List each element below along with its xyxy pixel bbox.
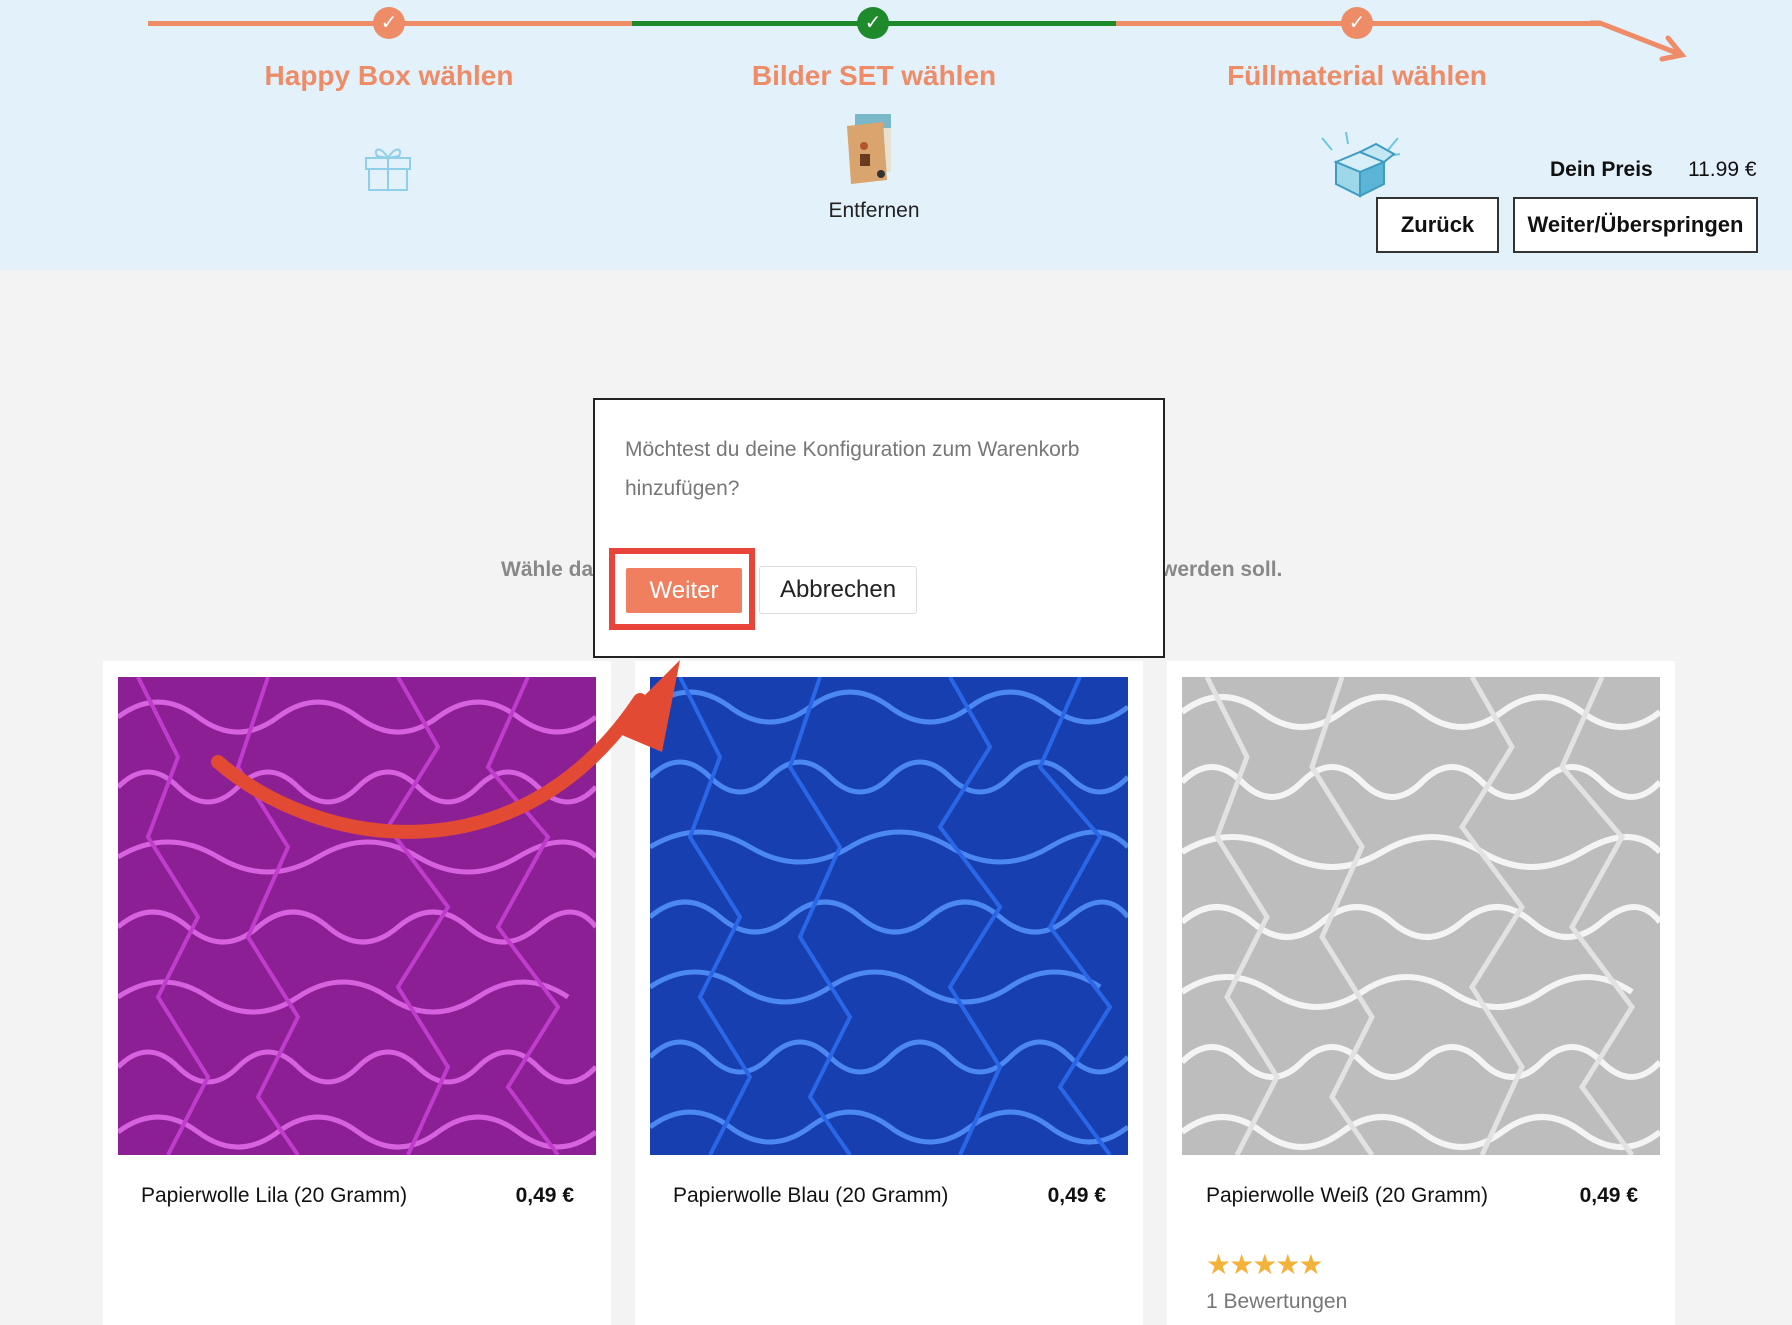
dialog-message: Möchtest du deine Konfiguration zum Ware… [625, 438, 1080, 500]
step-2-label[interactable]: Bilder SET wählen [704, 60, 1044, 92]
product-card-weiss[interactable] [1167, 661, 1675, 1325]
gift-icon [365, 148, 411, 191]
subtitle-right-text: werden soll. [1161, 558, 1283, 581]
step-2-check-icon: ✓ [857, 7, 889, 39]
product-image-blau[interactable] [650, 677, 1128, 1155]
product-name-weiss[interactable]: Papierwolle Weiß (20 Gramm) [1206, 1184, 1488, 1208]
filler-box-icon [1321, 132, 1401, 198]
step-3-label[interactable]: Füllmaterial wählen [1187, 60, 1527, 92]
price-value: 11.99 € [1688, 158, 1757, 181]
step-1-check-icon: ✓ [373, 7, 405, 39]
product-card-blau[interactable] [635, 661, 1143, 1325]
product-image-lila[interactable] [118, 677, 596, 1155]
subtitle-left-text: Wähle da [501, 558, 594, 581]
review-count[interactable]: 1 Bewertungen [1206, 1290, 1347, 1314]
product-image-weiss[interactable] [1182, 677, 1660, 1155]
add-to-cart-dialog: Möchtest du deine Konfiguration zum Ware… [593, 398, 1165, 658]
back-button[interactable]: Zurück [1376, 197, 1499, 253]
product-name-lila[interactable]: Papierwolle Lila (20 Gramm) [141, 1184, 407, 1208]
configurator-header: ✓ ✓ ✓ Happy Box wählen Bilder SET wählen… [0, 0, 1792, 270]
next-skip-button[interactable]: Weiter/Überspringen [1513, 197, 1758, 253]
confirm-weiter-button[interactable]: Weiter [626, 568, 742, 613]
product-name-blau[interactable]: Papierwolle Blau (20 Gramm) [673, 1184, 948, 1208]
product-card-lila[interactable] [103, 661, 611, 1325]
price-label: Dein Preis [1550, 158, 1653, 181]
picture-set-icon[interactable] [843, 112, 899, 188]
step-1-label[interactable]: Happy Box wählen [219, 60, 559, 92]
product-price-lila: 0,49 € [515, 1184, 574, 1207]
product-price-blau: 0,49 € [1047, 1184, 1106, 1207]
remove-set-link[interactable]: Entfernen [774, 199, 974, 223]
progress-end-arrow-icon [1590, 20, 1687, 62]
rating-stars-icon: ★★★★★ [1206, 1249, 1324, 1280]
product-price-weiss: 0,49 € [1579, 1184, 1638, 1207]
cancel-abbrechen-button[interactable]: Abbrechen [759, 566, 917, 614]
step-3-check-icon: ✓ [1341, 7, 1373, 39]
